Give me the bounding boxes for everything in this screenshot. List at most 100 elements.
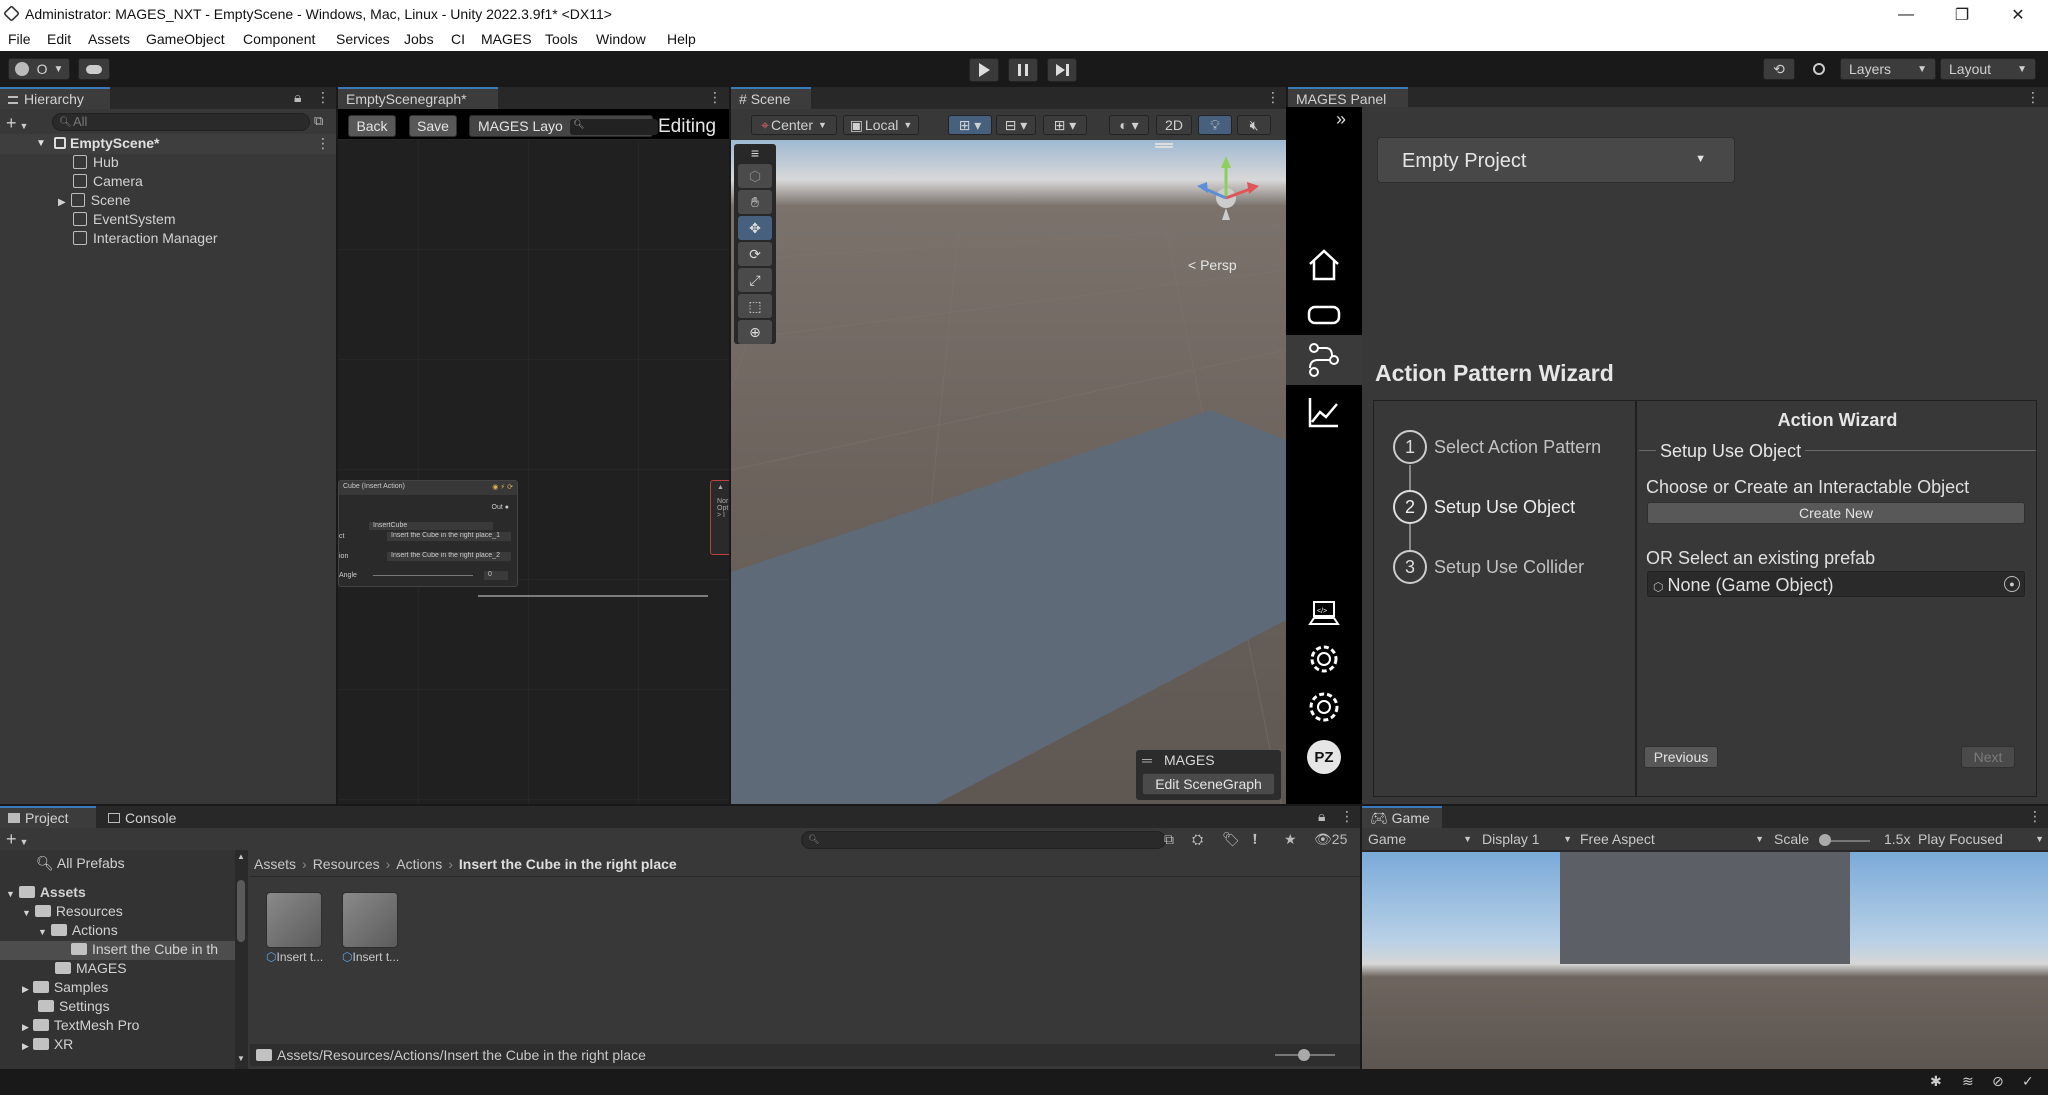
tab-hierarchy[interactable]: Hierarchy <box>0 87 110 109</box>
hierarchy-item-camera[interactable]: Camera <box>73 173 143 189</box>
layout-field[interactable]: MAGES Layo 🔍︎ <box>469 115 658 137</box>
asset-tile[interactable]: ⬡Insert t... <box>266 892 326 972</box>
gear-icon[interactable] <box>1302 687 1346 727</box>
step-3[interactable]: 3 Setup Use Collider <box>1393 550 1584 584</box>
all-prefabs-item[interactable]: 🔍︎ All Prefabs <box>36 855 125 872</box>
tab-scenegraph[interactable]: EmptyScenegraph* <box>338 87 498 109</box>
step-button[interactable] <box>1047 58 1077 82</box>
incremental-snap-button[interactable]: ⊞ ▾ <box>1043 115 1087 135</box>
layout-dropdown[interactable]: Layout ▼ <box>1940 58 2036 80</box>
search-by-type-icon[interactable]: ⧉ <box>1164 831 1174 848</box>
previous-button[interactable]: Previous <box>1644 746 1718 768</box>
project-dropdown[interactable]: Empty Project ▼ <box>1377 137 1735 183</box>
maximize-button[interactable]: ❐ <box>1939 0 1985 29</box>
menu-window[interactable]: Window <box>596 31 646 47</box>
rotate-tool-icon[interactable]: ⟳ <box>738 242 772 266</box>
kebab-menu-icon[interactable]: ⋮ <box>316 89 330 106</box>
scrollbar-thumb[interactable] <box>237 880 245 942</box>
rect-tool-icon[interactable]: ⬚ <box>738 294 772 318</box>
cloud-button[interactable] <box>78 58 110 80</box>
scene-item[interactable]: ▼ EmptyScene* <box>36 135 159 151</box>
display-dropdown[interactable]: Display 1 ▼ <box>1482 831 1576 847</box>
settings-folder[interactable]: Settings <box>38 998 110 1014</box>
persp-label[interactable]: < Persp <box>1188 257 1237 273</box>
play-button[interactable] <box>969 58 999 82</box>
tree-scrollbar[interactable]: ▲ ▼ <box>235 850 248 1069</box>
scroll-down-icon[interactable]: ▼ <box>237 1054 245 1063</box>
analytics-chart-icon[interactable] <box>1302 392 1346 432</box>
error-filter-icon[interactable]: ❗︎ <box>1253 831 1257 848</box>
create-new-button[interactable]: Create New <box>1647 502 2025 524</box>
tab-game[interactable]: 🎮︎ Game <box>1362 806 1442 828</box>
scenegraph-nav-icon[interactable] <box>1286 335 1362 385</box>
account-button[interactable]: O ▼ <box>8 58 70 80</box>
tab-scene[interactable]: # Scene <box>731 87 811 109</box>
user-avatar[interactable]: PZ <box>1302 737 1346 777</box>
scene-kebab-icon[interactable]: ⋮ <box>316 135 330 152</box>
tab-console[interactable]: Console <box>100 806 196 828</box>
minimize-button[interactable]: — <box>1883 0 1929 29</box>
edit-scenegraph-button[interactable]: Edit SceneGraph <box>1142 773 1275 795</box>
menu-component[interactable]: Component <box>243 31 315 47</box>
back-button[interactable]: Back <box>348 115 396 137</box>
hand-tool-icon[interactable]: ✋︎ <box>738 190 772 214</box>
menu-jobs[interactable]: Jobs <box>404 31 434 47</box>
resources-folder[interactable]: ▼ Resources <box>22 903 123 919</box>
hierarchy-item-eventsystem[interactable]: EventSystem <box>73 211 175 227</box>
textmesh-folder[interactable]: ▶ TextMesh Pro <box>22 1017 139 1033</box>
drag-handle-icon[interactable] <box>1155 143 1173 148</box>
menu-tools[interactable]: Tools <box>545 31 578 47</box>
mages-folder[interactable]: MAGES <box>55 960 127 976</box>
game-viewport[interactable] <box>1362 852 2048 1069</box>
asset-tile[interactable]: ⬡Insert t... <box>342 892 402 972</box>
save-button[interactable]: Save <box>409 115 457 137</box>
add-object-button[interactable]: + ▼ <box>6 113 28 134</box>
kebab-menu-icon[interactable]: ⋮ <box>1266 89 1280 106</box>
menu-services[interactable]: Services <box>336 31 390 47</box>
breadcrumb-current[interactable]: Insert the Cube in the right place <box>459 856 677 872</box>
filter-type-icon[interactable]: ⛭ <box>1192 831 1203 848</box>
kebab-menu-icon[interactable]: ⋮ <box>1340 808 1354 825</box>
scale-tool-icon[interactable]: ⤢ <box>738 268 772 292</box>
menu-file[interactable]: File <box>8 31 31 47</box>
node-angle-slider[interactable] <box>373 575 473 576</box>
search-button[interactable] <box>1803 58 1835 80</box>
layers-dropdown[interactable]: Layers ▼ <box>1840 58 1936 80</box>
next-node-stub[interactable]: ▲ Nor Opt > I <box>710 480 729 555</box>
kebab-menu-icon[interactable]: ⋮ <box>2028 808 2042 825</box>
gear-search-icon[interactable] <box>1302 639 1346 679</box>
kebab-menu-icon[interactable]: ⋮ <box>708 89 722 106</box>
hierarchy-item-hub[interactable]: Hub <box>73 154 119 170</box>
step-1[interactable]: 1 Select Action Pattern <box>1393 430 1601 464</box>
node-row3-field[interactable]: 0 <box>484 571 508 580</box>
overlay-handle-icon[interactable]: ═ <box>1142 752 1152 768</box>
kebab-menu-icon[interactable]: ⋮ <box>2026 89 2040 106</box>
bug-icon[interactable]: ✱ <box>1930 1073 1942 1090</box>
tab-project[interactable]: Project <box>0 806 96 828</box>
breadcrumb-actions[interactable]: Actions <box>396 856 442 872</box>
node-name-field[interactable]: InsertCube <box>369 522 493 530</box>
hierarchy-search-input[interactable]: 🔍︎ All <box>52 113 310 131</box>
node-row1-field[interactable]: Insert the Cube in the right place_1 <box>387 532 511 541</box>
object-picker-icon[interactable]: ● <box>2004 576 2020 592</box>
menu-help[interactable]: Help <box>667 31 696 47</box>
palette-handle-icon[interactable]: ≡ <box>738 145 772 161</box>
project-search-input[interactable]: 🔍︎ <box>801 831 1166 849</box>
audio-toggle[interactable]: 🔇︎ <box>1237 115 1271 135</box>
transform-tool-icon[interactable]: ⊕ <box>738 320 772 344</box>
breadcrumb-assets[interactable]: Assets <box>254 856 296 872</box>
home-icon[interactable] <box>1302 245 1346 285</box>
search-scene-icon[interactable]: ⧉ <box>314 113 323 129</box>
shading-mode-button[interactable]: ◐ ▾ <box>1109 115 1149 135</box>
xr-folder[interactable]: ▶ XR <box>22 1036 73 1052</box>
network-icon[interactable]: ⊘ <box>1992 1073 2004 1090</box>
step-2[interactable]: 2 Setup Use Object <box>1393 490 1575 524</box>
move-tool-icon[interactable]: ✥ <box>738 216 772 240</box>
action-node[interactable]: Cube (Insert Action) ◉ ⚡ ⟳ Out ● InsertCu… <box>338 480 518 587</box>
scale-slider-thumb[interactable] <box>1819 834 1831 846</box>
scroll-up-icon[interactable]: ▲ <box>237 852 245 861</box>
orientation-gizmo-icon[interactable] <box>1181 150 1271 220</box>
next-button[interactable]: Next <box>1961 746 2015 768</box>
samples-folder[interactable]: ▶ Samples <box>22 979 108 995</box>
snap-increment-button[interactable]: ⊟ ▾ <box>996 115 1036 135</box>
